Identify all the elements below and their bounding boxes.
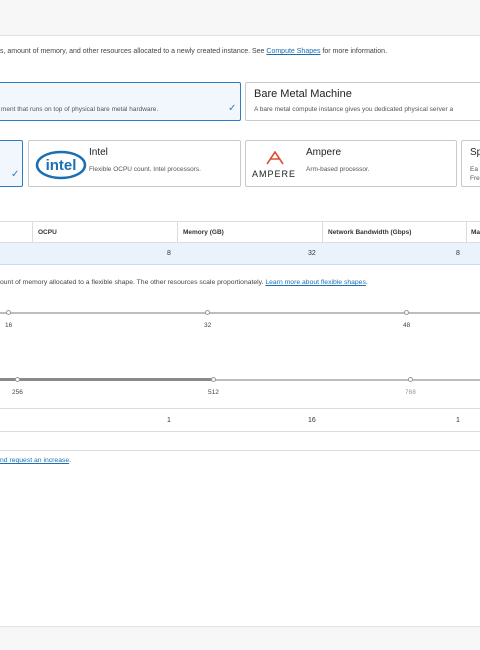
flexible-shape-note: ount of memory allocated to a flexible s… — [0, 279, 368, 286]
column-header-network: Network Bandwidth (Gbps) — [328, 229, 412, 236]
shape-table-header: OCPU Memory (GB) Network Bandwidth (Gbps… — [0, 221, 480, 243]
column-divider — [466, 222, 467, 243]
summary-ocpu: 1 — [167, 417, 171, 424]
summary-network: 1 — [456, 417, 460, 424]
shape-type-bare-metal-card[interactable]: Bare Metal Machine A bare metal compute … — [245, 82, 480, 121]
shape-type-title: Bare Metal Machine — [254, 88, 352, 100]
processor-description: Flexible OCPU count. Intel processors. — [89, 166, 201, 173]
slider-tick-label: 48 — [403, 322, 411, 329]
column-divider — [177, 222, 178, 243]
cell-memory: 32 — [308, 250, 316, 257]
slider-tick — [15, 377, 20, 382]
summary-row: 1 16 1 — [0, 408, 480, 432]
slider-tick — [205, 310, 210, 315]
column-divider — [32, 222, 33, 243]
cell-network: 8 — [456, 250, 460, 257]
processor-description: Arm-based processor. — [306, 166, 370, 173]
slider-tick-label: 768 — [405, 389, 416, 396]
checkmark-icon: ✓ — [11, 169, 20, 180]
bottom-bar — [0, 626, 480, 650]
svg-text:intel: intel — [46, 157, 77, 174]
note-suffix: . — [365, 279, 368, 286]
top-bar — [0, 0, 480, 36]
quota-note: nd request an increase. — [0, 457, 71, 464]
shape-type-description: ment that runs on top of physical bare m… — [1, 106, 159, 113]
ocpu-slider[interactable]: 16 32 48 — [0, 305, 480, 335]
processor-description-line2: Fre — [470, 175, 480, 182]
slider-tick — [404, 310, 409, 315]
cell-ocpu: 8 — [167, 250, 171, 257]
column-divider — [322, 222, 323, 243]
slider-tick — [211, 377, 216, 382]
compute-shapes-link[interactable]: Compute Shapes — [266, 48, 320, 55]
processor-title: Ampere — [306, 147, 342, 158]
slider-tick — [6, 310, 11, 315]
quota-suffix: . — [69, 457, 72, 464]
slider-tick-label: 32 — [204, 322, 212, 329]
processor-card-intel[interactable]: intel Intel Flexible OCPU count. Intel p… — [28, 140, 241, 187]
slider-tick — [408, 377, 413, 382]
shape-description: s, amount of memory, and other resources… — [0, 48, 387, 55]
table-row[interactable]: 8 32 8 — [0, 243, 480, 265]
description-suffix: for more information. — [320, 48, 388, 55]
column-header-ocpu: OCPU — [38, 229, 57, 236]
column-header-max: Ma — [471, 229, 480, 236]
processor-description-line1: Ea — [470, 166, 478, 173]
request-increase-link[interactable]: nd request an increase — [0, 457, 69, 464]
slider-tick-label: 16 — [5, 322, 13, 329]
processor-title: Sp — [470, 147, 480, 158]
shape-type-virtual-machine-card[interactable]: ment that runs on top of physical bare m… — [0, 82, 241, 121]
shape-type-description: A bare metal compute instance gives you … — [254, 106, 454, 113]
slider-tick-label: 512 — [208, 389, 219, 396]
processor-card-ampere[interactable]: AMPERE Ampere Arm-based processor. — [245, 140, 457, 187]
slider-fill — [0, 378, 214, 381]
ampere-logo-icon — [266, 151, 284, 165]
intel-logo-icon: intel — [35, 150, 87, 180]
column-header-memory: Memory (GB) — [183, 229, 224, 236]
description-text: s, amount of memory, and other resources… — [0, 48, 267, 55]
processor-card-amd[interactable]: ✓ — [0, 140, 23, 187]
memory-slider[interactable]: 256 512 768 — [0, 372, 480, 402]
slider-tick-label: 256 — [12, 389, 23, 396]
summary-memory: 16 — [308, 417, 316, 424]
flexible-shapes-link[interactable]: Learn more about flexible shapes — [265, 279, 366, 286]
processor-title: Intel — [89, 147, 108, 158]
checkmark-icon: ✓ — [228, 103, 237, 114]
note-text: ount of memory allocated to a flexible s… — [0, 279, 266, 286]
processor-card-specialty[interactable]: Sp Ea Fre — [461, 140, 480, 187]
ampere-logo-text: AMPERE — [252, 169, 297, 179]
summary-row-empty — [0, 432, 480, 451]
